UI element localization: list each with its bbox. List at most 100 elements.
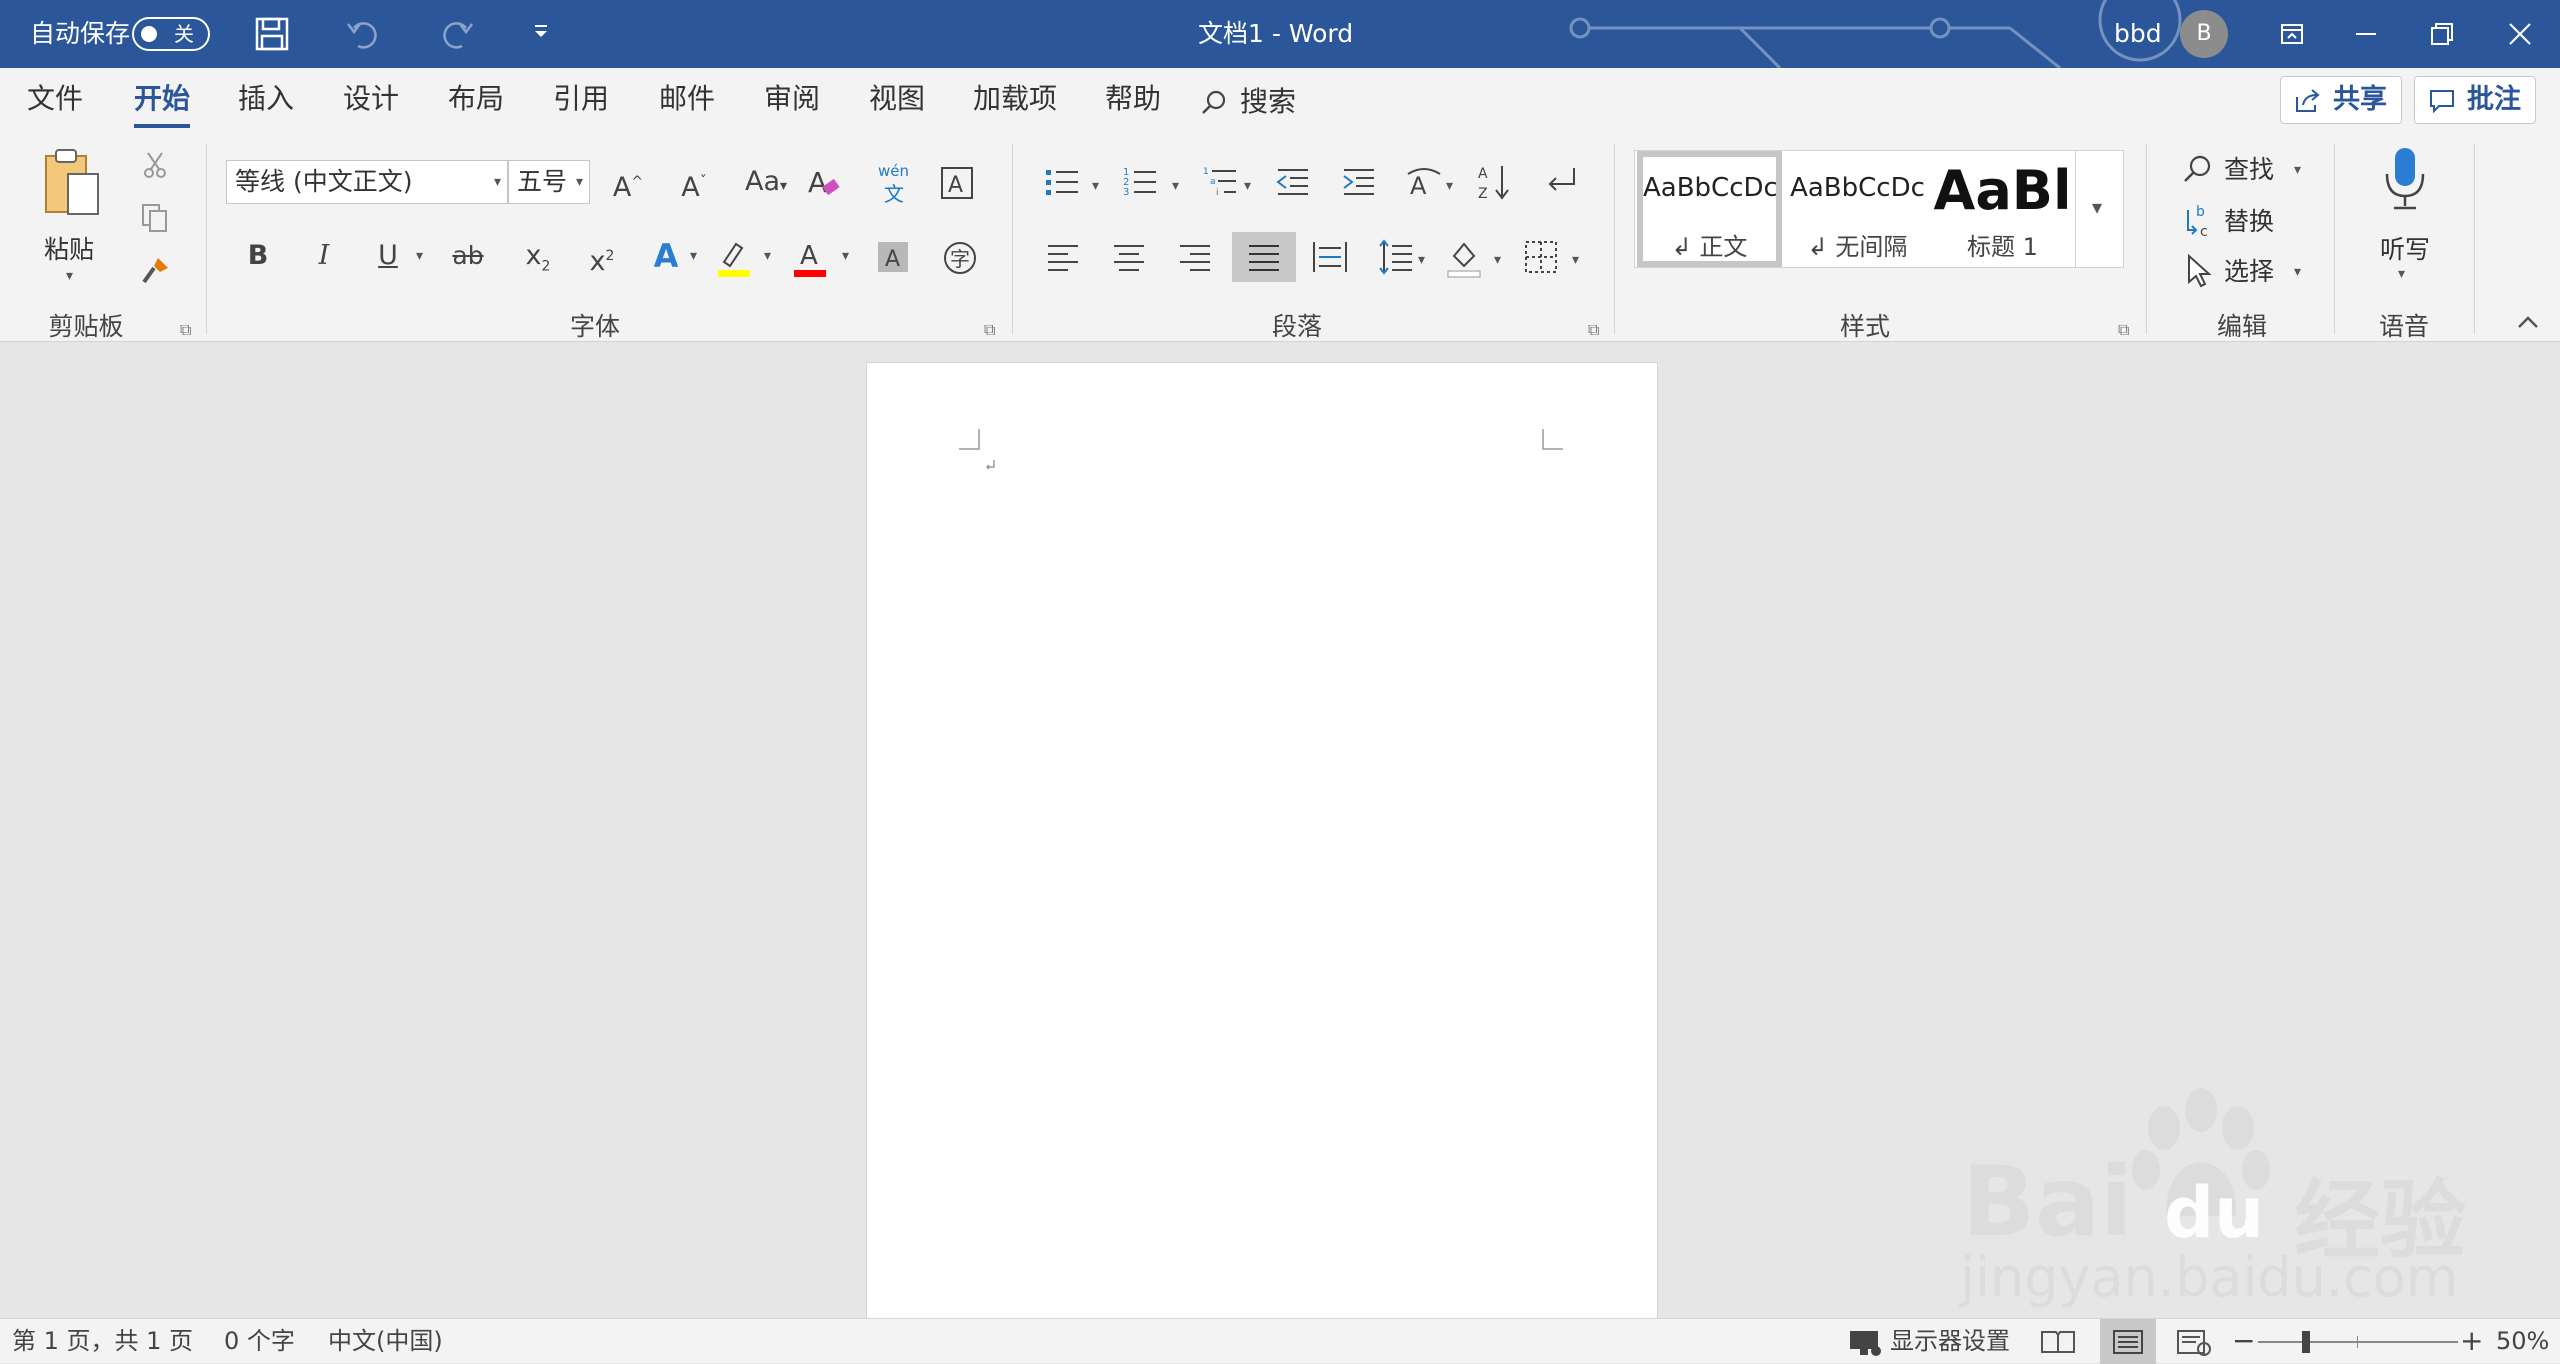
borders-icon[interactable] <box>1524 240 1558 274</box>
zoom-slider[interactable] <box>2258 1341 2458 1343</box>
tab-file[interactable]: 文件 <box>27 68 83 134</box>
undo-icon[interactable] <box>344 14 384 54</box>
save-icon[interactable] <box>252 14 292 54</box>
highlight-dropdown-icon[interactable]: ▾ <box>764 248 771 264</box>
font-name-combo[interactable]: 等线 (中文正文) ▾ <box>226 160 508 204</box>
text-effects-icon[interactable]: A <box>646 234 686 278</box>
paste-button[interactable]: 粘贴 ▾ <box>30 144 114 286</box>
underline-dropdown-icon[interactable]: ▾ <box>416 248 423 264</box>
language-indicator[interactable]: 中文(中国) <box>328 1319 443 1364</box>
share-button[interactable]: 共享 <box>2280 76 2402 124</box>
styles-launcher-icon[interactable]: ⧉ <box>2118 320 2132 339</box>
align-right-icon[interactable] <box>1178 240 1212 274</box>
strikethrough-icon[interactable]: ab <box>448 234 488 278</box>
style-normal[interactable]: AaBbCcDc ↲ 正文 <box>1637 151 1782 267</box>
phonetic-guide-button[interactable]: wén 文 <box>874 162 914 206</box>
shading-dropdown-icon[interactable]: ▾ <box>1494 252 1501 268</box>
shading-icon[interactable] <box>1446 238 1482 278</box>
decrease-indent-icon[interactable] <box>1274 164 1310 200</box>
superscript-icon[interactable]: x2 <box>582 234 622 278</box>
underline-icon[interactable]: U <box>368 234 408 278</box>
close-icon[interactable] <box>2500 14 2540 54</box>
autosave-toggle[interactable]: 关 <box>132 17 210 51</box>
line-spacing-icon[interactable] <box>1378 238 1414 276</box>
comments-button[interactable]: 批注 <box>2414 76 2536 124</box>
dictate-button[interactable]: 听写 ▾ <box>2354 144 2454 294</box>
tab-design[interactable]: 设计 <box>343 68 399 134</box>
tab-help[interactable]: 帮助 <box>1105 68 1161 134</box>
font-color-dropdown-icon[interactable]: ▾ <box>842 248 849 264</box>
sort-icon[interactable]: AZ <box>1476 162 1512 202</box>
redo-icon[interactable] <box>436 14 476 54</box>
styles-more-button[interactable]: ▾ <box>2075 151 2123 267</box>
customize-toolbar-icon[interactable] <box>530 20 552 42</box>
text-direction-dropdown-icon[interactable]: ▾ <box>1446 178 1453 194</box>
line-spacing-dropdown-icon[interactable]: ▾ <box>1418 252 1425 268</box>
cut-icon[interactable] <box>140 150 170 180</box>
avatar[interactable]: B <box>2180 10 2228 58</box>
tab-insert[interactable]: 插入 <box>238 68 294 134</box>
select-button[interactable]: 选择 ▾ <box>2182 252 2312 292</box>
tab-review[interactable]: 审阅 <box>764 68 820 134</box>
grow-font-icon[interactable]: A^ <box>608 160 648 204</box>
borders-dropdown-icon[interactable]: ▾ <box>1572 252 1579 268</box>
numbering-icon[interactable]: 123 <box>1122 164 1158 200</box>
bullets-icon[interactable] <box>1044 164 1080 200</box>
tab-addins[interactable]: 加载项 <box>973 68 1057 134</box>
font-launcher-icon[interactable]: ⧉ <box>984 320 998 339</box>
change-case-icon[interactable]: Aa▾ <box>738 160 794 204</box>
document-page[interactable] <box>866 362 1658 1363</box>
paragraph-launcher-icon[interactable]: ⧉ <box>1588 320 1602 339</box>
tab-home[interactable]: 开始 <box>134 68 191 134</box>
bold-icon[interactable]: B <box>238 234 278 278</box>
tell-me-search[interactable]: 搜索 <box>1200 82 1320 122</box>
character-shading-icon[interactable]: A <box>876 240 910 274</box>
character-border-icon[interactable]: A <box>940 166 974 200</box>
increase-indent-icon[interactable] <box>1340 164 1376 200</box>
subscript-icon[interactable]: x2 <box>518 234 558 278</box>
copy-icon[interactable] <box>140 202 170 234</box>
zoom-slider-thumb[interactable] <box>2302 1331 2310 1353</box>
style-heading-1[interactable]: AaBl 标题 1 <box>1930 151 2075 267</box>
tab-mailings[interactable]: 邮件 <box>659 68 715 134</box>
format-painter-icon[interactable] <box>140 254 172 286</box>
clear-formatting-icon[interactable]: A <box>806 164 842 200</box>
font-color-icon[interactable]: A <box>792 238 828 278</box>
restore-icon[interactable] <box>2422 14 2462 54</box>
italic-icon[interactable]: I <box>304 234 344 278</box>
zoom-out-icon[interactable]: − <box>2232 1319 2255 1362</box>
clipboard-launcher-icon[interactable]: ⧉ <box>180 320 194 339</box>
print-layout-button[interactable] <box>2100 1319 2156 1364</box>
text-effects-dropdown-icon[interactable]: ▾ <box>690 248 697 264</box>
tab-layout[interactable]: 布局 <box>448 68 504 134</box>
distributed-icon[interactable] <box>1312 240 1348 274</box>
numbering-dropdown-icon[interactable]: ▾ <box>1172 178 1179 194</box>
bullets-dropdown-icon[interactable]: ▾ <box>1092 178 1099 194</box>
justify-button[interactable] <box>1232 232 1296 282</box>
font-size-combo[interactable]: 五号 ▾ <box>508 160 590 204</box>
align-left-icon[interactable] <box>1046 240 1080 274</box>
word-count[interactable]: 0 个字 <box>224 1319 295 1364</box>
minimize-icon[interactable] <box>2346 14 2386 54</box>
align-center-icon[interactable] <box>1112 240 1146 274</box>
tab-view[interactable]: 视图 <box>869 68 925 134</box>
shrink-font-icon[interactable]: Aˇ <box>674 160 714 204</box>
find-button[interactable]: 查找 ▾ <box>2182 150 2312 190</box>
zoom-in-icon[interactable]: + <box>2460 1319 2483 1362</box>
user-name[interactable]: bbd <box>2114 0 2162 68</box>
collapse-ribbon-icon[interactable] <box>2516 314 2540 330</box>
ribbon-display-options-icon[interactable] <box>2272 14 2312 54</box>
enclose-characters-icon[interactable]: 字 <box>942 240 978 276</box>
show-formatting-marks-icon[interactable] <box>1544 164 1580 200</box>
multilevel-list-icon[interactable]: 1ai <box>1202 164 1238 200</box>
tab-references[interactable]: 引用 <box>553 68 609 134</box>
read-mode-icon[interactable] <box>2040 1329 2076 1355</box>
highlight-color-icon[interactable] <box>716 238 752 278</box>
zoom-level[interactable]: 50% <box>2496 1319 2549 1364</box>
web-layout-icon[interactable] <box>2176 1329 2212 1357</box>
text-direction-icon[interactable]: A <box>1406 164 1442 200</box>
replace-button[interactable]: bc 替换 <box>2182 202 2312 242</box>
style-no-spacing[interactable]: AaBbCcDc ↲ 无间隔 <box>1785 151 1930 267</box>
page-count[interactable]: 第 1 页，共 1 页 <box>12 1319 193 1364</box>
multilevel-dropdown-icon[interactable]: ▾ <box>1244 178 1251 194</box>
